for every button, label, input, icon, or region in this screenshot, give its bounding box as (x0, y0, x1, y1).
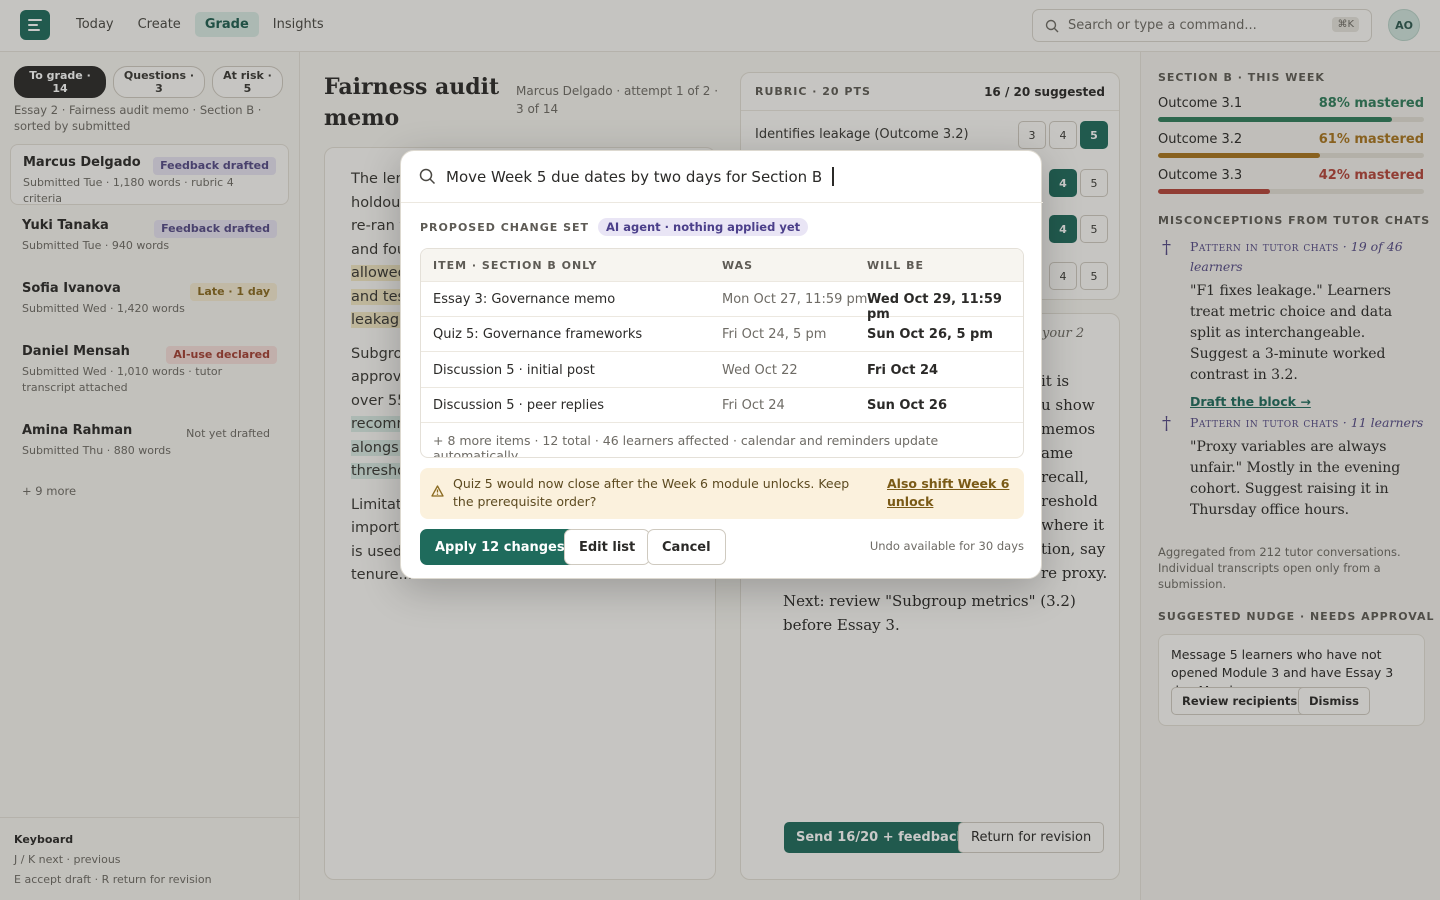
column-was: WAS (722, 259, 754, 272)
warning-banner: Quiz 5 would now close after the Week 6 … (420, 468, 1024, 519)
item-cell: Quiz 5: Governance frameworks (433, 327, 643, 342)
undo-note: Undo available for 30 days (869, 539, 1024, 553)
search-icon (419, 168, 436, 185)
will-cell: Sun Oct 26 (867, 398, 947, 413)
column-will-be: WILL BE (867, 259, 924, 272)
was-cell: Fri Oct 24 (722, 398, 785, 413)
table-row[interactable]: Discussion 5 · peer replies Fri Oct 24 S… (421, 388, 1023, 423)
cancel-button[interactable]: Cancel (647, 529, 726, 565)
table-footer: + 8 more items · 12 total · 46 learners … (421, 423, 1023, 458)
apply-changes-button[interactable]: Apply 12 changes (420, 529, 580, 565)
agent-tag: AI agent · nothing applied yet (598, 218, 809, 236)
table-header: ITEM · SECTION B ONLY WAS WILL BE (421, 249, 1023, 282)
warning-icon (431, 485, 444, 497)
was-cell: Wed Oct 22 (722, 363, 798, 378)
change-set-label: PROPOSED CHANGE SET (420, 220, 590, 234)
text-caret (832, 167, 835, 186)
item-cell: Discussion 5 · peer replies (433, 398, 604, 413)
change-set-header: PROPOSED CHANGE SET AI agent · nothing a… (420, 218, 809, 236)
was-cell: Mon Oct 27, 11:59 pm (722, 292, 868, 307)
command-input[interactable]: Move Week 5 due dates by two days for Se… (401, 151, 1043, 203)
command-query: Move Week 5 due dates by two days for Se… (446, 167, 823, 186)
item-cell: Discussion 5 · initial post (433, 363, 595, 378)
item-cell: Essay 3: Governance memo (433, 292, 616, 307)
table-row[interactable]: Quiz 5: Governance frameworks Fri Oct 24… (421, 317, 1023, 352)
will-cell: Fri Oct 24 (867, 363, 939, 378)
table-row[interactable]: Essay 3: Governance memo Mon Oct 27, 11:… (421, 282, 1023, 322)
command-modal: Move Week 5 due dates by two days for Se… (400, 150, 1043, 579)
change-table: ITEM · SECTION B ONLY WAS WILL BE Essay … (420, 248, 1024, 458)
was-cell: Fri Oct 24, 5 pm (722, 327, 827, 342)
table-row[interactable]: Discussion 5 · initial post Wed Oct 22 F… (421, 353, 1023, 388)
warning-text: Quiz 5 would now close after the Week 6 … (453, 476, 850, 509)
edit-list-button[interactable]: Edit list (564, 529, 651, 565)
shift-week6-link[interactable]: Also shift Week 6 unlock (887, 475, 1012, 511)
table-footer-text: + 8 more items · 12 total · 46 learners … (433, 433, 939, 458)
will-cell: Sun Oct 26, 5 pm (867, 327, 993, 342)
modal-actions: Apply 12 changes Edit list Cancel Undo a… (420, 529, 1024, 565)
column-item: ITEM · SECTION B ONLY (433, 259, 598, 272)
